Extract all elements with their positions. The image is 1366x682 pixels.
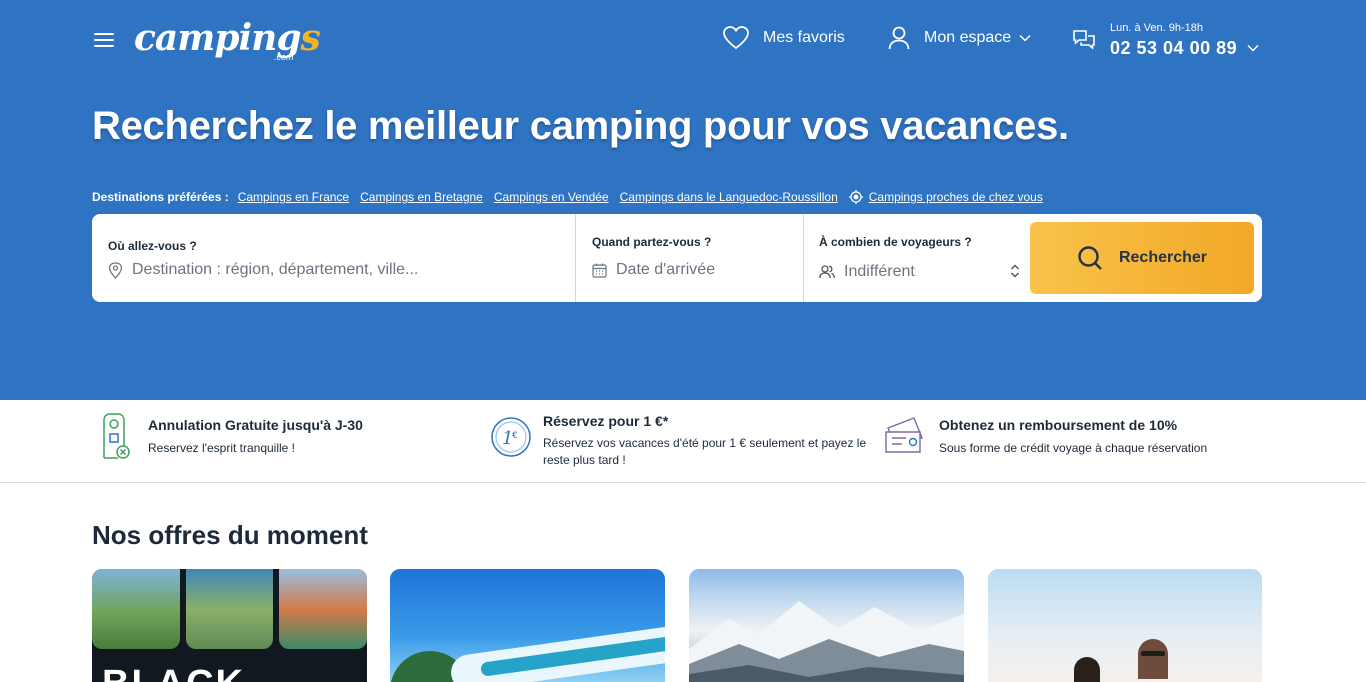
search-button-label: Rechercher (1118, 249, 1208, 266)
destination-label: Où allez-vous ? (108, 239, 197, 253)
advantage-subtitle: Reservez l'esprit tranquille ! (148, 441, 296, 455)
users-icon (819, 265, 835, 279)
destinations-title: Destinations préférées : (92, 190, 229, 204)
calendar-icon (592, 263, 607, 278)
advantage-title: Obtenez un remboursement de 10% (939, 417, 1178, 433)
advantage-subtitle: Sous forme de crédit voyage à chaque rés… (939, 441, 1208, 455)
user-icon (888, 26, 910, 50)
search-button[interactable]: Rechercher (1030, 222, 1254, 294)
destination-field[interactable]: Où allez-vous ? Destination : région, dé… (92, 214, 576, 302)
advantages-strip: Annulation Gratuite jusqu'à J-30 Reserve… (0, 400, 1366, 483)
offer-card-waterpark[interactable] (390, 569, 665, 682)
offer-card-photo-person (1074, 657, 1100, 682)
account-menu[interactable]: Mon espace (888, 22, 1031, 54)
phone-contact[interactable]: Lun. à Ven. 9h-18h 02 53 04 00 89 (1072, 18, 1259, 62)
one-euro-coin-icon: 1€ (491, 417, 531, 457)
travelers-field[interactable]: À combien de voyageurs ? Indifférent (804, 214, 1028, 302)
destination-link-languedoc[interactable]: Campings dans le Languedoc-Roussillon (620, 190, 838, 204)
advantage-title: Annulation Gratuite jusqu'à J-30 (148, 417, 363, 433)
offers-title-regular: Nos offres (92, 520, 228, 550)
preferred-destinations: Destinations préférées : Campings en Fra… (92, 190, 1054, 204)
offer-card-photo-person (1138, 639, 1168, 679)
up-down-chevron-icon (1011, 264, 1019, 278)
travelers-select[interactable]: Indifférent (819, 263, 915, 281)
destination-link-vendee[interactable]: Campings en Vendée (494, 190, 609, 204)
heart-icon (723, 26, 749, 50)
date-input[interactable]: Date d'arrivée (592, 261, 715, 279)
search-icon (1078, 246, 1102, 270)
chat-bubbles-icon (1073, 30, 1095, 50)
logo-domain: .com (274, 52, 294, 62)
advantage-title: Réservez pour 1 €* (543, 413, 669, 429)
phone-hours: Lun. à Ven. 9h-18h (1110, 22, 1203, 34)
advantage-book-for-one-euro: 1 € Réservez pour 1 €* Réservez vos vacan… (490, 400, 870, 483)
advantage-free-cancellation: Annulation Gratuite jusqu'à J-30 Reserve… (98, 400, 458, 483)
offer-card-heading: BLACK (102, 665, 245, 682)
travelers-value: Indifférent (844, 263, 915, 280)
offer-card-mountains[interactable] (689, 569, 964, 682)
offer-card-photo-mountains (689, 601, 964, 682)
destination-placeholder: Destination : région, département, ville… (132, 261, 419, 278)
map-pin-icon (108, 261, 123, 279)
travelers-label: À combien de voyageurs ? (819, 235, 972, 249)
destination-link-bretagne[interactable]: Campings en Bretagne (360, 190, 483, 204)
door-hanger-icon (103, 413, 130, 459)
offers-title-bold: du moment (227, 520, 368, 550)
date-label: Quand partez-vous ? (592, 235, 712, 249)
page-headline: Recherchez le meilleur camping pour vos … (92, 104, 1069, 148)
svg-text:€: € (512, 431, 518, 441)
offer-card-photos (92, 569, 367, 649)
menu-button[interactable] (92, 30, 116, 50)
location-target-icon (848, 190, 863, 204)
favorites-link[interactable]: Mes favoris (723, 22, 845, 54)
search-form: Où allez-vous ? Destination : région, dé… (92, 214, 1262, 302)
date-placeholder: Date d'arrivée (616, 261, 716, 278)
destination-input[interactable]: Destination : région, département, ville… (108, 261, 418, 279)
advantage-subtitle: Réservez vos vacances d'été pour 1 € seu… (543, 436, 867, 467)
hero-section: campings .com Mes favoris Mon espace Lun… (0, 0, 1366, 400)
nearby-campings-label[interactable]: Campings proches de chez vous (869, 190, 1043, 204)
offer-card-black-friday[interactable]: BLACK (92, 569, 367, 682)
site-logo[interactable]: campings .com (134, 16, 321, 64)
chevron-down-icon (1019, 34, 1031, 42)
site-header: campings .com Mes favoris Mon espace Lun… (92, 14, 1262, 64)
nearby-campings-link[interactable]: Campings proches de chez vous (848, 190, 1054, 204)
offers-title: Nos offres du moment (92, 520, 368, 551)
account-label: Mon espace (924, 29, 1012, 46)
favorites-label: Mes favoris (763, 29, 845, 46)
destination-link-france[interactable]: Campings en France (238, 190, 349, 204)
date-field[interactable]: Quand partez-vous ? Date d'arrivée (576, 214, 804, 302)
phone-number: 02 53 04 00 89 (1110, 38, 1238, 58)
voucher-icon (885, 417, 923, 453)
offer-card-couple[interactable] (988, 569, 1262, 682)
advantage-refund: Obtenez un remboursement de 10% Sous for… (884, 400, 1264, 483)
chevron-down-icon (1247, 44, 1259, 52)
